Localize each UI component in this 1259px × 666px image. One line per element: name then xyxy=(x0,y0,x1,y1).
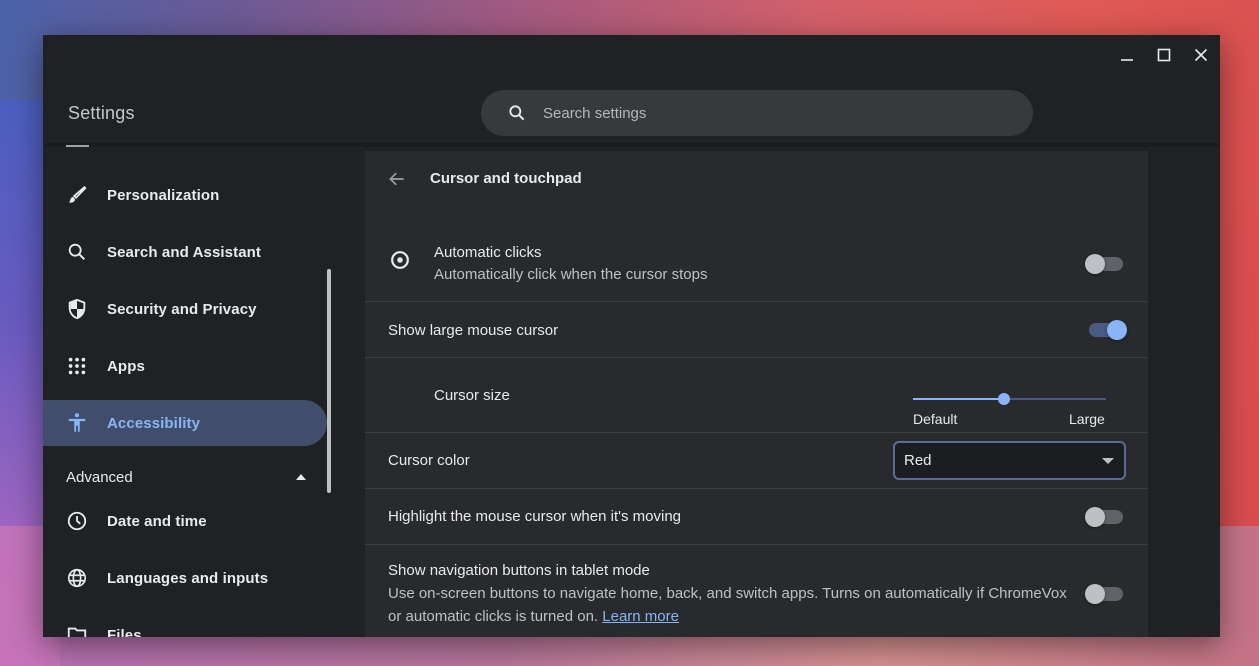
clock-icon xyxy=(65,509,89,533)
sidebar-item-label: Personalization xyxy=(107,186,220,204)
large-cursor-label: Show large mouse cursor xyxy=(388,322,559,339)
folder-icon xyxy=(65,623,89,637)
nav-buttons-sublabel-line1: Use on-screen buttons to navigate home, … xyxy=(388,585,1067,602)
back-button[interactable] xyxy=(385,167,409,191)
close-icon xyxy=(1194,48,1208,62)
nav-buttons-sublabel-line2: or automatic clicks is turned on. Learn … xyxy=(388,605,679,628)
maximize-icon xyxy=(1157,48,1171,62)
sidebar: Personalization Search and Assistant Sec… xyxy=(43,151,365,637)
settings-window: Settings Personalization Search and Assi… xyxy=(43,35,1220,637)
minimize-icon xyxy=(1121,59,1133,61)
learn-more-link[interactable]: Learn more xyxy=(602,608,679,625)
accessibility-icon xyxy=(65,411,89,435)
cursor-size-label: Cursor size xyxy=(434,387,510,404)
nav-buttons-sublabel-text: or automatic clicks is turned on. xyxy=(388,608,599,625)
large-cursor-toggle[interactable] xyxy=(1089,320,1127,340)
slider-max-label: Large xyxy=(1069,411,1105,427)
slider-thumb[interactable] xyxy=(997,393,1010,405)
automatic-clicks-row: Automatic clicks Automatically click whe… xyxy=(365,223,1148,302)
sidebar-item-personalization[interactable]: Personalization xyxy=(43,172,327,218)
highlight-cursor-toggle[interactable] xyxy=(1085,507,1123,527)
cursor-size-slider[interactable] xyxy=(913,392,1106,406)
maximize-button[interactable] xyxy=(1149,43,1179,67)
sidebar-item-label: Search and Assistant xyxy=(107,243,261,261)
search-input[interactable] xyxy=(543,104,983,122)
settings-header: Settings xyxy=(43,75,1220,147)
advanced-label: Advanced xyxy=(66,468,133,486)
nav-buttons-toggle[interactable] xyxy=(1085,584,1123,604)
globe-icon xyxy=(65,566,89,590)
dropdown-arrow-icon xyxy=(1102,458,1114,464)
page-title: Cursor and touchpad xyxy=(430,170,582,187)
sidebar-item-date-and-time[interactable]: Date and time xyxy=(43,498,327,544)
apps-grid-icon xyxy=(65,354,89,378)
automatic-clicks-toggle[interactable] xyxy=(1085,254,1123,274)
cursor-size-row: Cursor size Default Large xyxy=(365,358,1148,433)
sidebar-item-accessibility[interactable]: Accessibility xyxy=(43,400,327,446)
sidebar-item-search-and-assistant[interactable]: Search and Assistant xyxy=(43,229,327,275)
highlight-cursor-label: Highlight the mouse cursor when it's mov… xyxy=(388,508,681,525)
advanced-section-toggle[interactable]: Advanced xyxy=(66,462,306,492)
sidebar-item-security-and-privacy[interactable]: Security and Privacy xyxy=(43,286,327,332)
sidebar-item-files[interactable]: Files xyxy=(43,612,327,637)
cursor-color-value: Red xyxy=(904,452,932,469)
search-icon xyxy=(65,240,89,264)
title-underline xyxy=(66,145,89,147)
sidebar-item-label: Accessibility xyxy=(107,414,201,432)
slider-fill xyxy=(913,398,1004,400)
cursor-color-row: Cursor color Red xyxy=(365,433,1148,489)
sidebar-item-label: Apps xyxy=(107,357,145,375)
nav-buttons-row: Show navigation buttons in tablet mode U… xyxy=(365,545,1148,637)
main-panel: Cursor and touchpad Automatic clicks Aut… xyxy=(365,151,1148,637)
minimize-button[interactable] xyxy=(1112,43,1142,67)
sidebar-item-label: Languages and inputs xyxy=(107,569,269,587)
large-cursor-row: Show large mouse cursor xyxy=(365,302,1148,358)
automatic-clicks-sublabel: Automatically click when the cursor stop… xyxy=(434,266,708,283)
automatic-clicks-label: Automatic clicks xyxy=(434,244,542,261)
right-gutter xyxy=(1148,151,1220,637)
title-bar xyxy=(43,35,1220,75)
back-arrow-icon xyxy=(389,172,404,186)
chevron-up-icon xyxy=(296,474,306,480)
nav-buttons-label: Show navigation buttons in tablet mode xyxy=(388,562,650,579)
app-title: Settings xyxy=(68,103,135,123)
sidebar-item-label: Date and time xyxy=(107,512,207,530)
sidebar-item-apps[interactable]: Apps xyxy=(43,343,327,389)
sidebar-scrollbar[interactable] xyxy=(327,269,331,493)
highlight-cursor-row: Highlight the mouse cursor when it's mov… xyxy=(365,489,1148,545)
brush-icon xyxy=(65,183,89,207)
cursor-color-label: Cursor color xyxy=(388,452,470,469)
page-header: Cursor and touchpad xyxy=(365,151,1148,211)
sidebar-item-languages-and-inputs[interactable]: Languages and inputs xyxy=(43,555,327,601)
auto-click-icon xyxy=(391,251,409,269)
close-button[interactable] xyxy=(1186,43,1216,67)
shield-icon xyxy=(65,297,89,321)
sidebar-item-label: Security and Privacy xyxy=(107,300,257,318)
search-bar[interactable] xyxy=(481,90,1033,136)
search-icon xyxy=(509,105,525,121)
cursor-color-select[interactable]: Red xyxy=(893,441,1126,480)
slider-min-label: Default xyxy=(913,411,958,427)
sidebar-item-label: Files xyxy=(107,626,142,638)
